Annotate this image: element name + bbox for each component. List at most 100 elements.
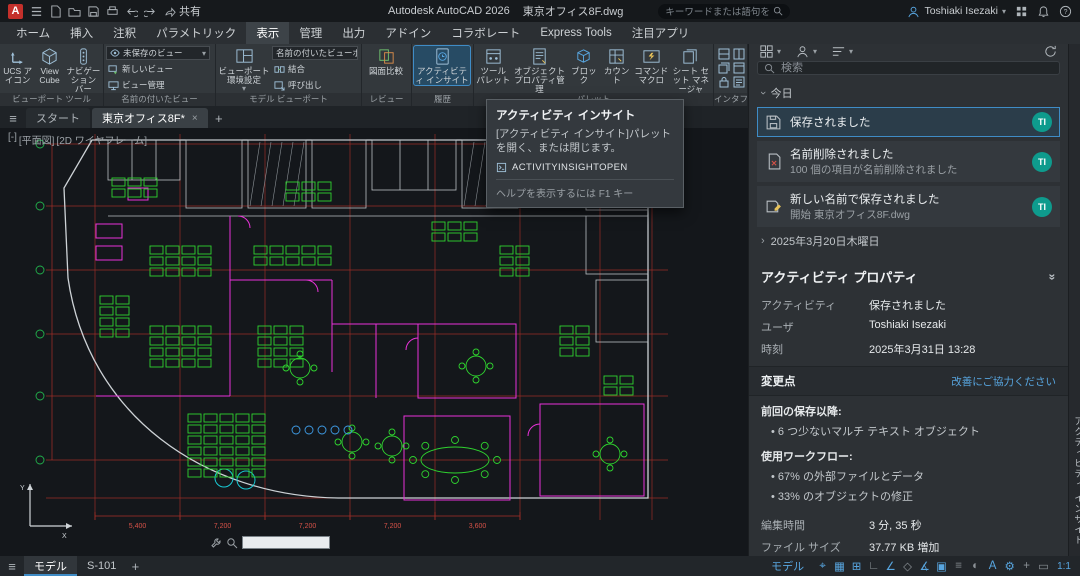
menu-tab-6[interactable]: 出力 [332, 22, 375, 44]
object-snap-icon[interactable]: ▣ [933, 559, 950, 573]
tool-palettes-button[interactable]: ツール パレット [476, 46, 511, 92]
ortho-mode-icon[interactable]: ∟ [865, 560, 882, 572]
user-account-button[interactable]: Toshiaki Isezaki ▾ [907, 5, 1006, 18]
refresh-button[interactable] [1043, 44, 1058, 59]
tab-start[interactable]: スタート [26, 108, 90, 128]
transparency-icon[interactable]: ◐ [967, 560, 984, 572]
command-customize-wrench-icon[interactable] [210, 537, 222, 549]
help-icon[interactable]: ? [1059, 5, 1072, 18]
join-viewports-button[interactable]: 結合 [272, 62, 358, 76]
divider [496, 179, 674, 180]
view-list-combo[interactable]: 未保存のビュー ▾ [106, 46, 210, 60]
sheet-set-manager-button[interactable]: シート セット マネージャ [671, 46, 711, 92]
ucs-icon-button[interactable]: UCS アイコン [2, 46, 33, 92]
menu-tab-4[interactable]: 表示 [246, 22, 289, 44]
new-layout-button[interactable]: + [126, 559, 144, 574]
avatar[interactable]: TI [1032, 112, 1052, 132]
switch-windows-icon[interactable] [733, 62, 745, 74]
menu-tab-9[interactable]: Express Tools [530, 22, 621, 44]
lock-ui-icon[interactable] [718, 76, 730, 88]
menu-tab-0[interactable]: ホーム [6, 22, 60, 44]
menu-tab-10[interactable]: 注目アプリ [622, 22, 700, 44]
section-today[interactable]: › 今日 [749, 81, 1068, 105]
activity-insight-button[interactable]: アクティビティ インサイト [414, 46, 470, 85]
feedback-link[interactable]: 改善にご協力ください [951, 374, 1056, 389]
autodesk-apps-icon[interactable] [1015, 5, 1028, 18]
layout-tabs-menu-icon[interactable]: ≡ [0, 559, 24, 574]
annotation-scale-icon[interactable]: A [984, 560, 1001, 572]
redo-icon[interactable] [144, 5, 157, 18]
viewport-config-button[interactable]: ビューポート環境設定 ▾ [218, 46, 270, 92]
file-tabs-menu-icon[interactable]: ≡ [2, 108, 24, 128]
command-search-icon[interactable] [226, 537, 238, 549]
open-file-icon[interactable] [68, 5, 81, 18]
close-tab-icon[interactable]: × [192, 113, 198, 124]
count-palette-button[interactable]: カウント [601, 46, 632, 92]
viewport-visual-style-control[interactable]: [2D ワイヤフレーム] [56, 132, 147, 147]
polar-tracking-icon[interactable]: ∠ [882, 559, 899, 573]
snap-mode-icon[interactable]: ▦ [831, 559, 848, 573]
cascade-windows-icon[interactable] [718, 62, 730, 74]
lineweight-icon[interactable]: ≡ [950, 560, 967, 572]
clean-screen-icon[interactable]: ▭ [1035, 559, 1052, 573]
autocad-logo-icon[interactable]: A [8, 4, 23, 19]
history-item-saved[interactable]: 保存されました TI [757, 107, 1060, 137]
command-input[interactable] [242, 536, 330, 549]
sort-options-button[interactable]: ▾ [831, 44, 853, 59]
tile-horizontal-icon[interactable] [718, 48, 730, 60]
workspace-icon[interactable]: ⚙ [1001, 559, 1018, 573]
notifications-bell-icon[interactable] [1037, 5, 1050, 18]
tab-document[interactable]: 東京オフィス8F* × [92, 108, 208, 128]
view-manager-button[interactable]: ビュー管理 [106, 78, 213, 92]
history-item-purged[interactable]: 名前削除されました 100 個の項目が名前削除されました TI [757, 141, 1060, 182]
plot-icon[interactable] [106, 5, 119, 18]
activity-search-input[interactable] [781, 62, 1053, 74]
activity-insights-palette-tab[interactable]: アクティビティ インサイト [1068, 44, 1080, 556]
properties-palette-button[interactable]: オブジェクト プロパティ管理 [513, 46, 567, 92]
viewport-minus-control[interactable]: [-] [8, 132, 17, 147]
viewport-view-control[interactable]: [平面図] [19, 132, 55, 147]
isodraft-icon[interactable]: ◇ [899, 559, 916, 573]
annotation-scale-value[interactable]: 1:1 [1057, 561, 1071, 572]
menu-tab-8[interactable]: コラボレート [441, 22, 530, 44]
view-options-button[interactable]: ▾ [759, 44, 781, 59]
annotation-monitor-icon[interactable]: + [1018, 560, 1035, 572]
command-macros-button[interactable]: コマンド マクロ [634, 46, 669, 92]
menu-tab-2[interactable]: 注釈 [103, 22, 146, 44]
model-space-toggle[interactable]: モデル [771, 558, 804, 574]
user-filter-button[interactable]: ▾ [795, 44, 817, 59]
avatar[interactable]: TI [1032, 197, 1052, 217]
viewcube-button[interactable]: View Cube [35, 46, 64, 92]
save-as-icon [765, 198, 782, 215]
share-button[interactable]: 共有 [164, 3, 201, 19]
help-search-box[interactable]: キーワードまたは語句を入力 [658, 4, 790, 19]
restore-viewport-button[interactable]: 呼び出し [272, 78, 358, 92]
menu-tab-1[interactable]: 挿入 [60, 22, 103, 44]
blocks-palette-button[interactable]: ブロック [568, 46, 599, 92]
activity-properties-header: アクティビティ プロパティ » [749, 259, 1068, 294]
menu-tab-5[interactable]: 管理 [289, 22, 332, 44]
grid-icon[interactable]: ⊞ [848, 559, 865, 573]
named-viewport-combo[interactable]: 名前の付いたビューポート ▾ [272, 46, 358, 60]
menu-tab-7[interactable]: アドイン [375, 22, 441, 44]
menu-tab-3[interactable]: パラメトリック [146, 22, 246, 44]
history-item-title: 新しい名前で保存されました [790, 191, 1024, 207]
new-view-button[interactable]: 新しいビュー [106, 62, 213, 76]
new-file-icon[interactable] [49, 5, 62, 18]
history-item-saveas[interactable]: 新しい名前で保存されました 開始 東京オフィス8F.dwg TI [757, 186, 1060, 227]
collapse-properties-icon[interactable]: » [1046, 273, 1060, 280]
text-window-icon[interactable] [733, 76, 745, 88]
avatar[interactable]: TI [1032, 152, 1052, 172]
tile-vertical-icon[interactable] [733, 48, 745, 60]
app-menu-icon[interactable] [30, 5, 43, 18]
osnap-tracking-icon[interactable]: ∡ [916, 559, 933, 573]
navigation-bar-button[interactable]: ナビゲーション バー [66, 46, 101, 92]
infer-constraints-icon[interactable]: ⌖ [814, 560, 831, 573]
tab-layout-s101[interactable]: S-101 [77, 556, 126, 576]
save-icon[interactable] [87, 5, 100, 18]
new-tab-button[interactable]: + [210, 108, 228, 128]
tab-model[interactable]: モデル [24, 556, 77, 576]
undo-icon[interactable] [125, 5, 138, 18]
section-older-date[interactable]: › 2025年3月20日木曜日 [749, 229, 1068, 253]
drawing-compare-button[interactable]: 図面比較 [364, 46, 408, 76]
